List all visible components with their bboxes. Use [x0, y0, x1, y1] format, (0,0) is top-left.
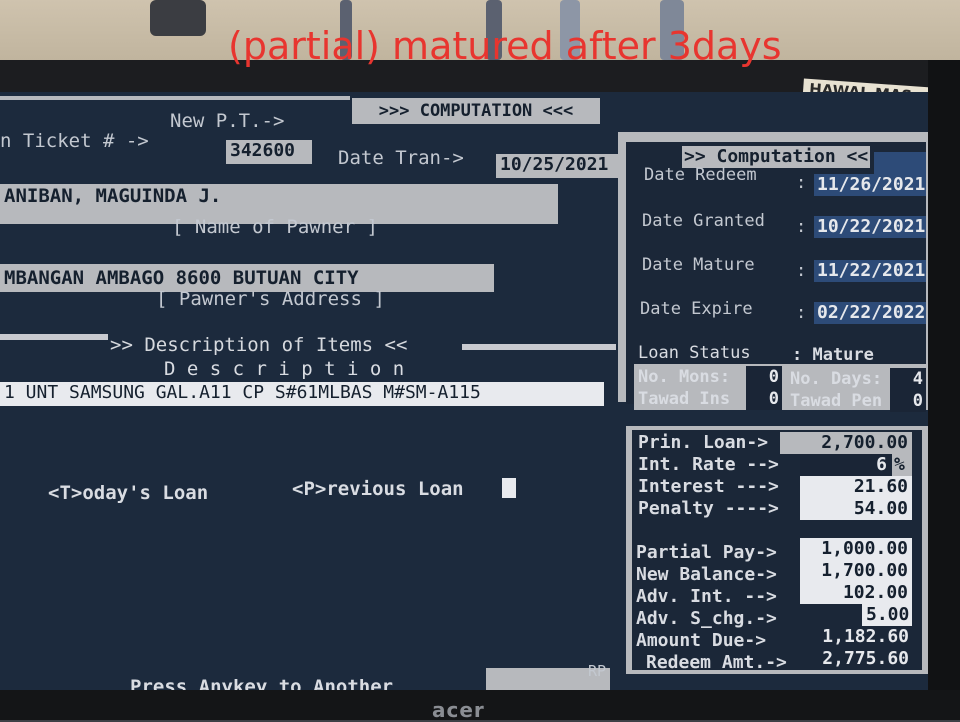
monitor-bezel-right — [928, 60, 960, 720]
loan-status-label: Loan Status — [638, 343, 751, 363]
no-mons-label: No. Mons: — [638, 367, 731, 387]
no-days-value: 4 — [890, 368, 926, 390]
pawner-name-caption: [ Name of Pawner ] — [172, 216, 378, 238]
redeem-amt-value: 2,775.60 — [822, 648, 909, 669]
redeem-amt-label: Redeem Amt.-> — [646, 652, 787, 673]
colon: : — [796, 303, 807, 323]
computation-title-box — [874, 152, 926, 174]
date-tran-label: Date Tran-> — [338, 147, 464, 169]
prin-loan-field[interactable]: 2,700.00 — [780, 432, 912, 454]
todays-loan-option[interactable]: <T>oday's Loan — [48, 482, 208, 504]
pawner-name-value: ANIBAN, MAGUINDA J. — [4, 185, 222, 207]
adv-schg-field[interactable]: 5.00 — [862, 604, 912, 626]
amount-due-label: Amount Due-> — [636, 630, 767, 651]
date-granted-label: Date Granted — [642, 211, 765, 231]
computation-banner: >>> COMPUTATION <<< — [352, 98, 600, 124]
int-rate-label: Int. Rate --> — [638, 454, 779, 475]
date-expire-label: Date Expire — [640, 299, 753, 319]
date-mature-field[interactable]: 11/22/2021 — [814, 260, 926, 282]
pawner-address-caption: [ Pawner's Address ] — [156, 288, 385, 310]
interest-field[interactable]: 21.60 — [800, 476, 912, 498]
items-section-title: >> Description of Items << — [108, 334, 410, 356]
date-redeem-label: Date Redeem — [644, 165, 757, 185]
wall-fixture — [150, 0, 206, 36]
tawad-pen-label: Tawad Pen — [790, 391, 883, 411]
penalty-label: Penalty ----> — [638, 498, 779, 519]
colon: : — [796, 173, 807, 193]
item-row-1[interactable]: 1 UNT SAMSUNG GAL.A11 CP S#61MLBAS M#SM-… — [0, 382, 604, 406]
partial-pay-label: Partial Pay-> — [636, 542, 777, 563]
section-divider-right — [462, 344, 616, 350]
photo-caption: (partial) matured after 3days — [228, 24, 782, 68]
date-granted-field[interactable]: 10/22/2021 — [814, 216, 926, 238]
date-expire-field[interactable]: 02/22/2022 — [814, 302, 926, 324]
colon: : — [796, 261, 807, 281]
ticket-number-field[interactable]: 342600 — [226, 140, 312, 164]
date-tran-field[interactable]: 10/25/2021 — [496, 154, 620, 178]
adv-int-field[interactable]: 102.00 — [800, 582, 912, 604]
items-column-header: D e s c r i p t i o n — [164, 358, 405, 380]
int-rate-field[interactable]: 6 — [800, 454, 890, 476]
new-balance-field[interactable]: 1,700.00 — [800, 560, 912, 582]
new-balance-label: New Balance-> — [636, 564, 777, 585]
tawad-ins-label: Tawad Ins — [638, 389, 731, 409]
date-redeem-field[interactable]: 11/26/2021 — [814, 174, 926, 196]
text-cursor — [502, 478, 516, 498]
adv-schg-label: Adv. S_chg.-> — [636, 608, 777, 629]
adv-int-label: Adv. Int. --> — [636, 586, 777, 607]
no-mons-value: 0 — [746, 366, 782, 388]
banner-bar — [0, 96, 350, 100]
new-pt-label: New P.T.-> — [170, 110, 285, 132]
ticket-label: n Ticket # -> — [0, 130, 149, 152]
int-rate-unit: % — [892, 454, 912, 476]
partial-pay-field[interactable]: 1,000.00 — [800, 538, 912, 560]
no-days-label: No. Days: — [790, 369, 883, 389]
tawad-pen-value: 0 — [890, 390, 926, 412]
colon: : — [796, 217, 807, 237]
loan-status-value: : Mature — [792, 345, 874, 365]
footer-rp-label: RP — [588, 662, 607, 680]
monitor-brand-logo: acer — [432, 698, 485, 722]
amount-due-value: 1,182.60 — [822, 626, 909, 647]
penalty-field[interactable]: 54.00 — [800, 498, 912, 520]
terminal-screen: >>> COMPUTATION <<< New P.T.-> n Ticket … — [0, 92, 930, 698]
interest-label: Interest ---> — [638, 476, 779, 497]
date-mature-label: Date Mature — [642, 255, 755, 275]
prin-loan-label: Prin. Loan-> — [638, 432, 769, 453]
section-divider-left — [0, 334, 112, 340]
tawad-ins-value: 0 — [746, 388, 782, 410]
previous-loan-option[interactable]: <P>revious Loan — [292, 478, 464, 500]
